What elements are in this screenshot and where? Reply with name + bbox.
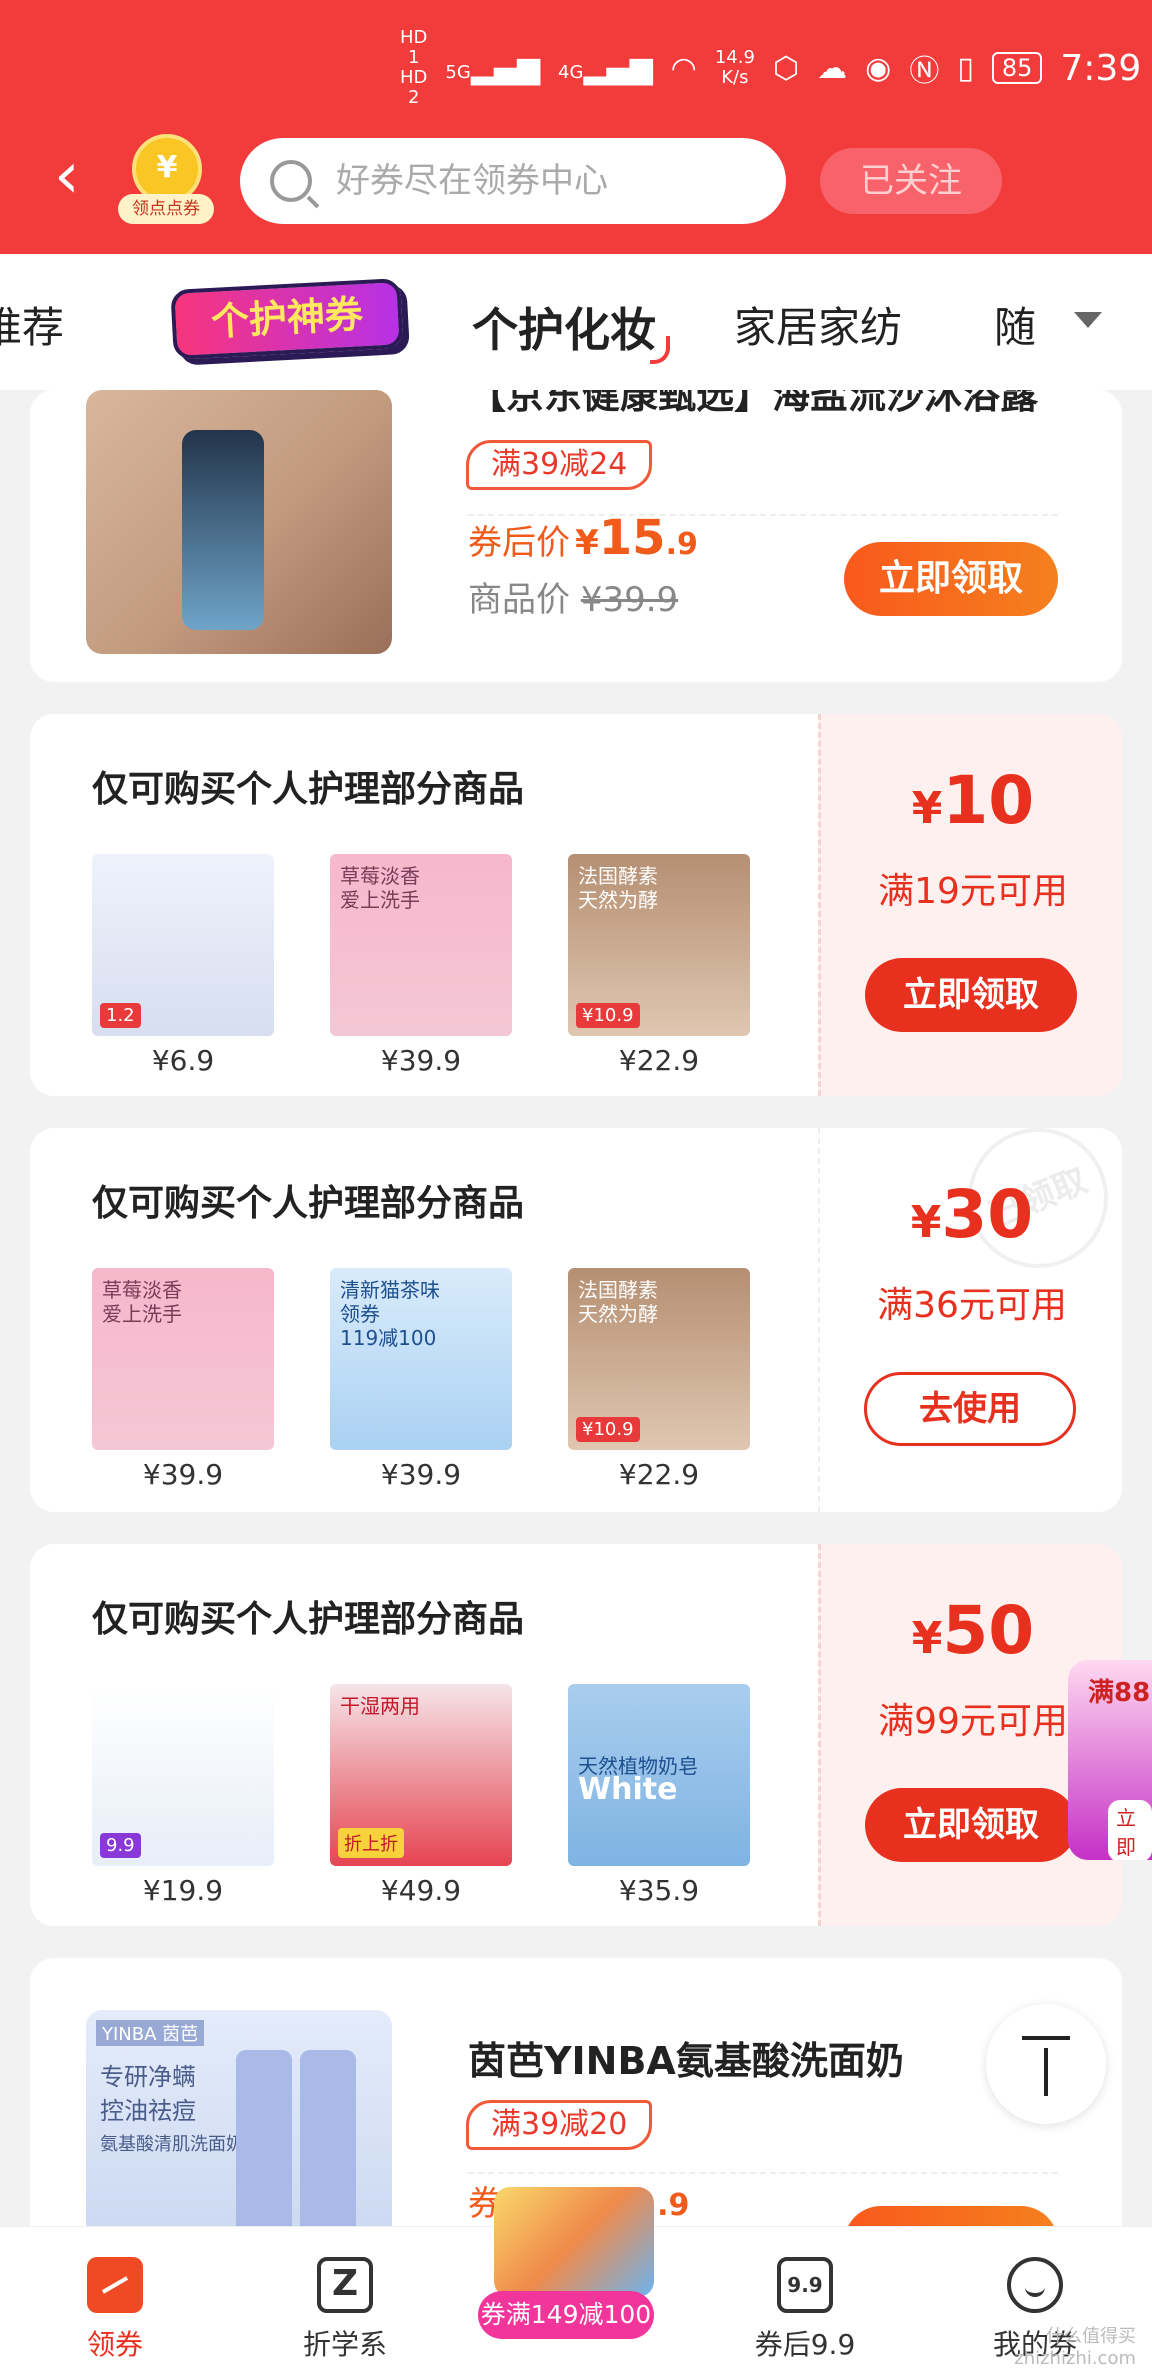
coupon-icon	[87, 2257, 143, 2313]
coupon-value-panel: 已领取 ¥30 满36元可用 去使用	[818, 1128, 1122, 1512]
nav-after-coupon-99[interactable]: 9.9 券后9.9	[710, 2227, 900, 2376]
eye-icon: ◉	[865, 50, 892, 86]
coupon-item-enzyme[interactable]: 法国酵素 天然为酵 ¥10.9	[568, 854, 750, 1036]
product-image-bodywash[interactable]	[86, 390, 392, 654]
product-title: 【京东健康甄选】海盐流沙沐浴露	[468, 390, 1039, 417]
status-bar: HD 1 HD 2 5G▂▄▆ 4G▂▄▆ ◠ 14.9 K/s ⬡ ☁ ◉ Ⓝ…	[400, 27, 1141, 108]
coupon-card[interactable]: 仅可购买个人护理部分商品 9.9 ¥19.9 干湿两用 折上折 ¥49.9 天然植…	[30, 1544, 1122, 1926]
nav-promo[interactable]: 券满149减100	[478, 2187, 664, 2339]
coupon-item-price: ¥39.9	[380, 1044, 462, 1077]
coupon-rule-tag: 满39减24	[466, 440, 653, 490]
tab-personal-care-coupon[interactable]: 个护神券	[170, 278, 404, 360]
coupon-scope: 仅可购买个人护理部分商品	[92, 769, 525, 810]
watermark: 什么值得买 zhizhizhi.com	[1014, 2326, 1136, 2369]
item-tag: 1.2	[100, 1003, 141, 1028]
cloud-icon: ☁	[817, 50, 848, 86]
coupon-item-enzyme[interactable]: 法国酵素 天然为酵 ¥10.9	[568, 1268, 750, 1450]
coupon-amount: ¥30	[910, 1176, 1034, 1253]
coupon-amount: ¥50	[911, 1592, 1035, 1669]
coupon-item-kids-toothbrush[interactable]: 9.9	[92, 1684, 274, 1866]
signal-labels: HD 1 HD 2	[400, 27, 428, 108]
bottom-nav: 领券 Z 折学系 券满149减100 9.9 券后9.9 我的券	[0, 2187, 1152, 2376]
claim-button[interactable]: 立即领取	[865, 1788, 1077, 1862]
chevron-down-icon	[1074, 312, 1102, 328]
coupon-item-soap[interactable]: 天然植物奶皂 White	[568, 1684, 750, 1866]
gift-pile-icon	[494, 2187, 654, 2297]
wifi-icon: ◠	[670, 50, 697, 86]
product-card[interactable]: 【京东健康甄选】海盐流沙沐浴露 满39减24 券后价 ¥15.9 商品价 ¥39…	[30, 390, 1122, 682]
promo-label: 券满149减100	[478, 2291, 654, 2339]
coupon-card[interactable]: 仅可购买个人护理部分商品 草莓淡香 爱上洗手 ¥39.9 清新猫茶味 领券 119减1…	[30, 1128, 1122, 1512]
z-icon: Z	[317, 2257, 373, 2313]
nine-nine-icon: 9.9	[777, 2257, 833, 2313]
tab-recommend[interactable]: 推荐	[0, 294, 64, 355]
coupon-rule-tag: 满39减20	[466, 2100, 653, 2150]
use-button[interactable]: 去使用	[864, 1372, 1076, 1446]
coupon-item-toothbrush[interactable]: 1.2	[92, 854, 274, 1036]
back-arrow-icon[interactable]: ‹	[54, 144, 94, 210]
nav-coupon[interactable]: 领券	[20, 2227, 210, 2376]
search-icon	[270, 160, 312, 202]
clock: 7:39	[1060, 47, 1142, 89]
original-price: 商品价 ¥39.9	[468, 580, 679, 620]
coupon-item-handwash[interactable]: 草莓淡香 爱上洗手	[330, 854, 512, 1036]
signal-5g-icon: 5G▂▄▆	[445, 50, 541, 86]
coupon-scope: 仅可购买个人护理部分商品	[92, 1183, 525, 1224]
coupon-scope: 仅可购买个人护理部分商品	[92, 1599, 525, 1640]
coupon-condition: 满36元可用	[877, 1285, 1067, 1326]
vibrate-icon: ▯	[957, 50, 974, 86]
coupon-item-price: ¥39.9	[380, 1458, 462, 1491]
search-input[interactable]	[336, 161, 756, 201]
signal-4g-icon: 4G▂▄▆	[558, 50, 653, 86]
tabs-expand[interactable]	[1032, 254, 1152, 390]
nav-discount[interactable]: Z 折学系	[250, 2227, 440, 2376]
claim-button[interactable]: 立即领取	[865, 958, 1077, 1032]
coupon-item-price: ¥49.9	[380, 1874, 462, 1907]
coupon-value-panel: ¥10 满19元可用 立即领取	[818, 714, 1122, 1096]
divider	[468, 2172, 1058, 2174]
tab-personal-care-makeup[interactable]: 个护化妆	[472, 294, 670, 364]
coupon-item-price: ¥22.9	[618, 1044, 700, 1077]
follow-button[interactable]: 已关注	[820, 148, 1002, 214]
product-image-cleanser[interactable]: YINBA 茵芭 专研净螨 控油祛痘 氨基酸清肌洗面奶	[86, 2010, 392, 2258]
floating-gift-banner[interactable]: 满88 立即	[1068, 1660, 1152, 1860]
coupon-item-price: ¥39.9	[142, 1458, 224, 1491]
net-speed: 14.9 K/s	[714, 47, 755, 88]
after-coupon-price: 券后价 ¥15.9	[468, 510, 698, 566]
coupon-condition: 满19元可用	[878, 871, 1068, 912]
coupon-item-handwash[interactable]: 草莓淡香 爱上洗手	[92, 1268, 274, 1450]
claim-button[interactable]: 立即领取	[844, 542, 1058, 616]
coupon-item-tissue[interactable]: 干湿两用 折上折	[330, 1684, 512, 1866]
me-icon	[1007, 2257, 1063, 2313]
coupon-item-toothpaste[interactable]: 清新猫茶味 领券 119减100	[330, 1268, 512, 1450]
coupon-card[interactable]: 仅可购买个人护理部分商品 1.2 ¥6.9 草莓淡香 爱上洗手 ¥39.9 法国酵…	[30, 714, 1122, 1096]
coupon-item-price: ¥6.9	[151, 1044, 215, 1077]
coupon-amount: ¥10	[911, 762, 1035, 839]
tab-home-textile[interactable]: 家居家纺	[734, 294, 902, 355]
product-title: 茵芭YINBA氨基酸洗面奶	[468, 2039, 904, 2083]
points-coupon-badge[interactable]: ¥ 领点点券	[118, 134, 214, 230]
header-bar: HD 1 HD 2 5G▂▄▆ 4G▂▄▆ ◠ 14.9 K/s ⬡ ☁ ◉ Ⓝ…	[0, 0, 1152, 254]
category-tabs: 推荐 个护神券 个护化妆 家居家纺 随	[0, 254, 1152, 390]
shield-icon: ⬡	[772, 50, 800, 86]
points-coupon-label: 领点点券	[118, 194, 214, 224]
coupon-item-price: ¥22.9	[618, 1458, 700, 1491]
search-box[interactable]	[240, 138, 786, 224]
coupon-item-price: ¥35.9	[618, 1874, 700, 1907]
nfc-icon: Ⓝ	[909, 54, 940, 89]
coupon-item-price: ¥19.9	[142, 1874, 224, 1907]
tab-more-partial[interactable]: 随	[994, 294, 1036, 355]
back-to-top-icon[interactable]	[986, 2004, 1106, 2124]
battery-icon: 85	[991, 52, 1043, 84]
